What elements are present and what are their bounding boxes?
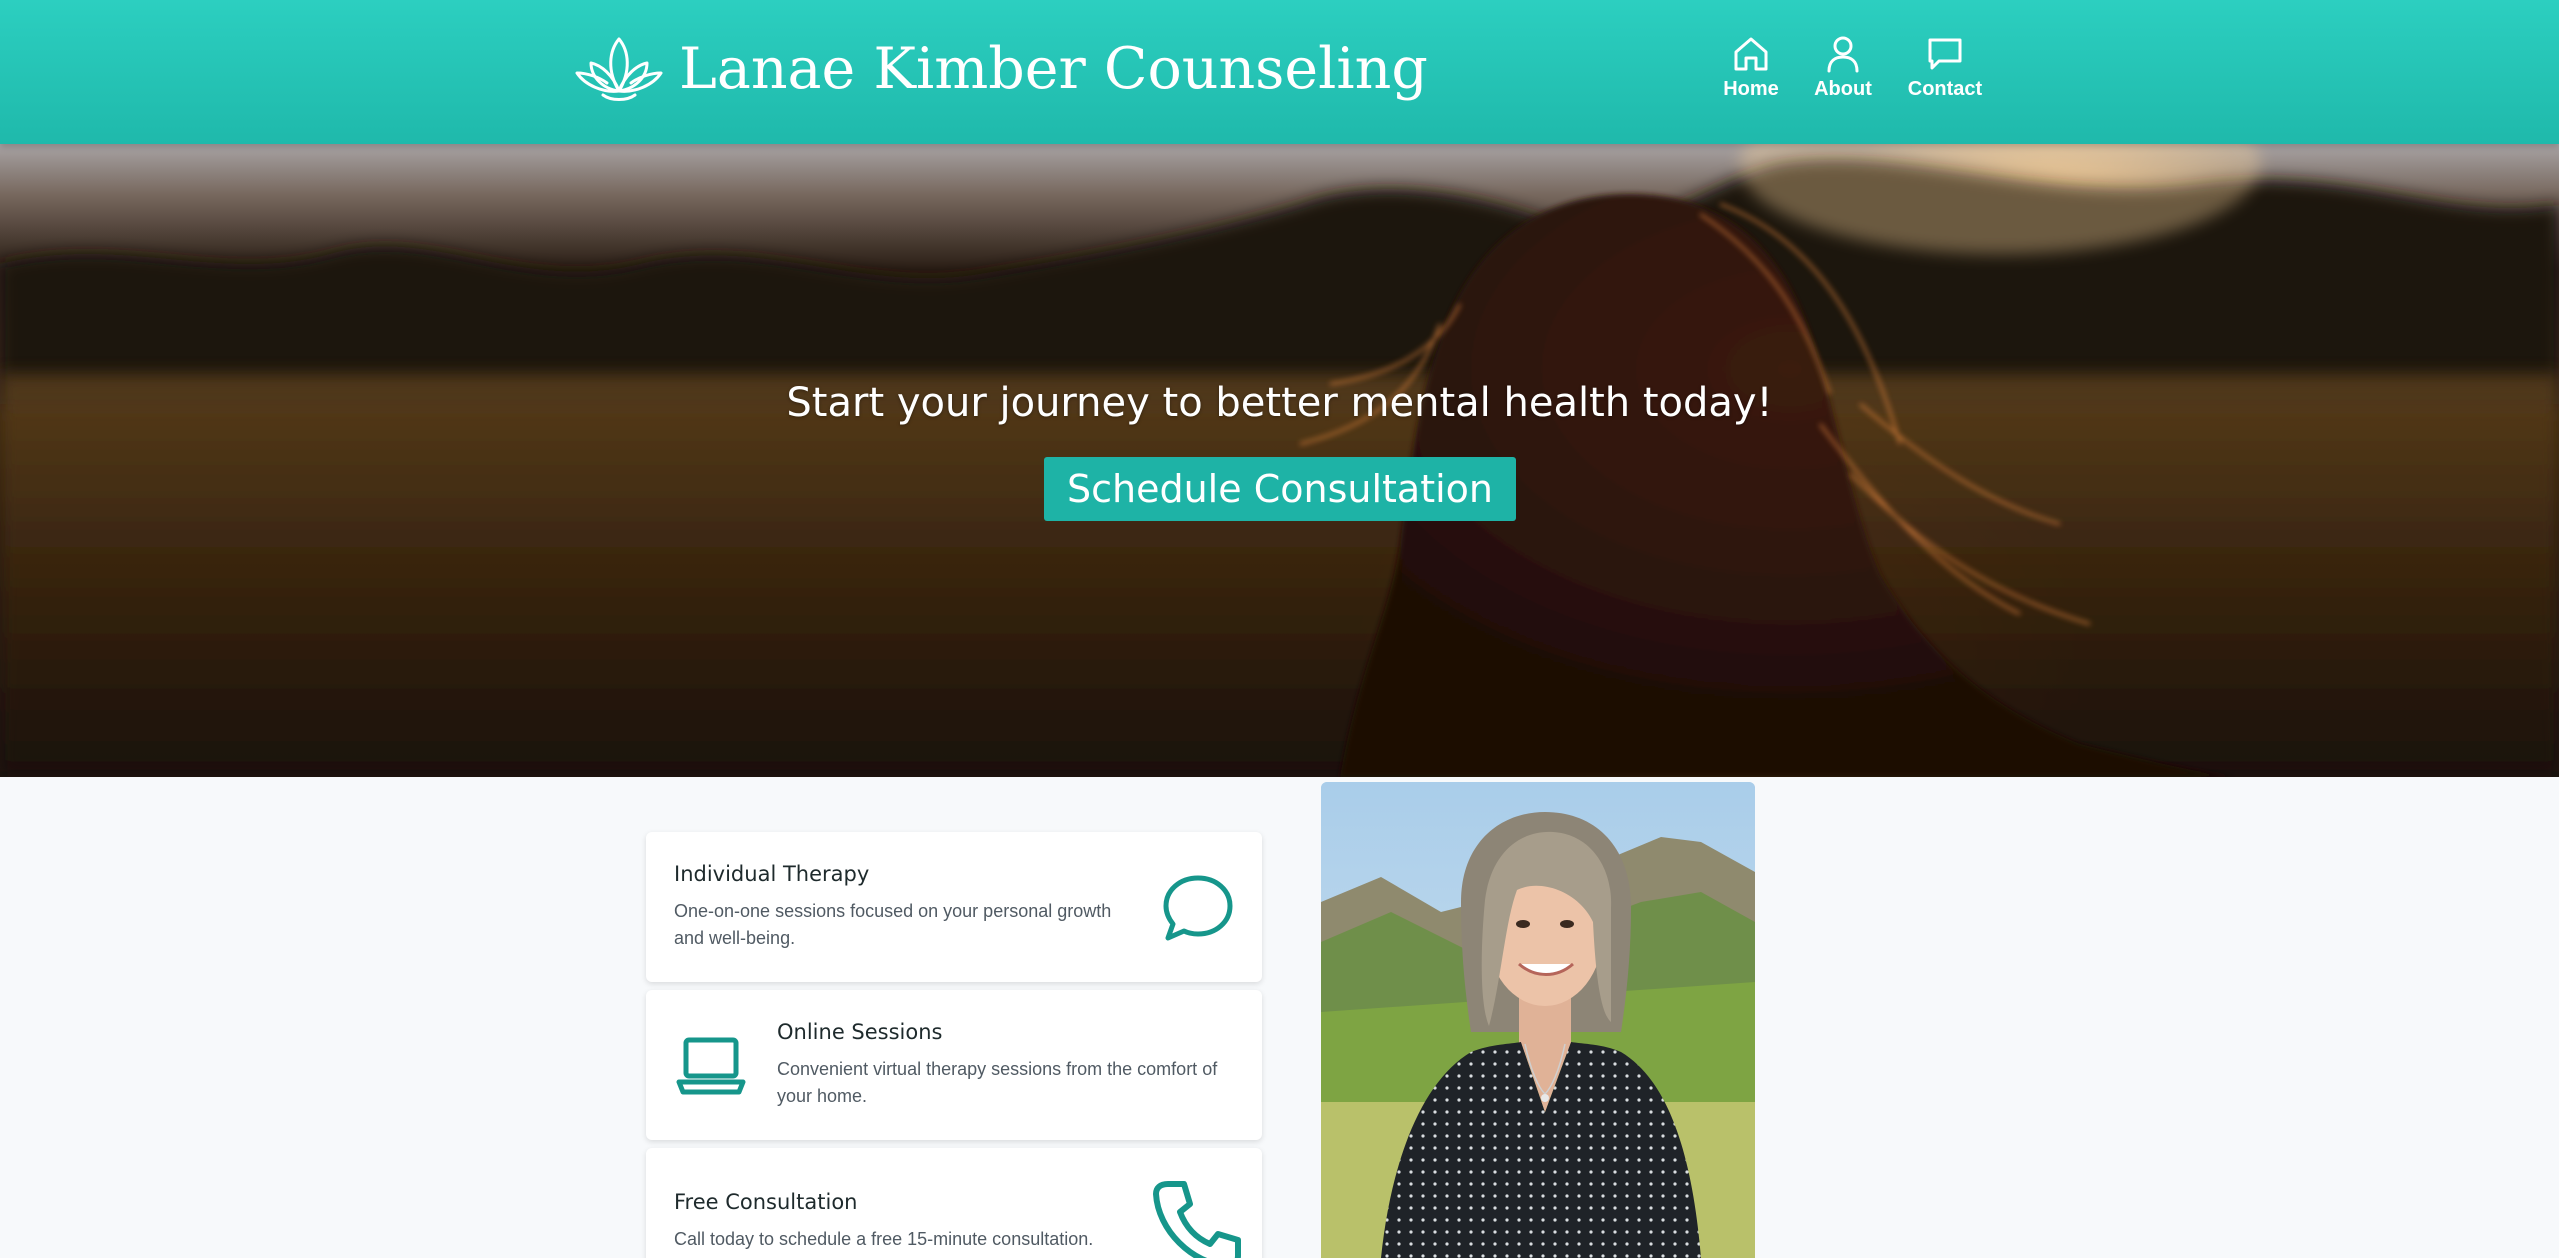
nav-home-label: Home — [1723, 78, 1779, 100]
site-title: Lanae Kimber Counseling — [679, 36, 1428, 102]
hero-banner: Start your journey to better mental heal… — [0, 144, 2559, 777]
nav-contact[interactable]: Contact — [1902, 34, 1988, 101]
nav-about-label: About — [1814, 78, 1872, 100]
nav-about[interactable]: About — [1808, 34, 1878, 101]
therapist-portrait-image — [1321, 782, 1755, 1258]
service-title: Free Consultation — [674, 1190, 858, 1214]
therapist-portrait-photo — [1321, 782, 1755, 1258]
laptop-icon — [676, 1037, 746, 1095]
site-header: Lanae Kimber Counseling Home About Conta… — [0, 0, 2559, 144]
schedule-consultation-button[interactable]: Schedule Consultation — [1044, 457, 1516, 521]
nav-home[interactable]: Home — [1716, 34, 1786, 101]
service-description: Convenient virtual therapy sessions from… — [777, 1059, 1218, 1106]
service-description: Call today to schedule a free 15-minute … — [674, 1229, 1094, 1249]
brand-logo-link[interactable]: Lanae Kimber Counseling — [573, 24, 1428, 114]
service-card-free-consultation: Free Consultation Call today to schedule… — [646, 1148, 1262, 1258]
service-title: Individual Therapy — [674, 862, 870, 886]
service-title: Online Sessions — [777, 1020, 943, 1044]
user-icon — [1827, 36, 1859, 73]
main-nav: Home About Contact — [1716, 34, 1988, 101]
phone-icon[interactable] — [1148, 1176, 1244, 1258]
speech-bubble-icon — [1163, 875, 1233, 941]
service-card-individual-therapy: Individual Therapy One-on-one sessions f… — [646, 832, 1262, 982]
lotus-icon — [575, 37, 663, 101]
home-icon — [1734, 37, 1768, 71]
nav-contact-label: Contact — [1907, 78, 1983, 100]
chat-icon — [1928, 38, 1962, 70]
hero-headline: Start your journey to better mental heal… — [786, 380, 1773, 426]
service-description: One-on-one sessions focused on your pers… — [674, 901, 1112, 948]
service-card-online-sessions: Online Sessions Convenient virtual thera… — [646, 990, 1262, 1140]
